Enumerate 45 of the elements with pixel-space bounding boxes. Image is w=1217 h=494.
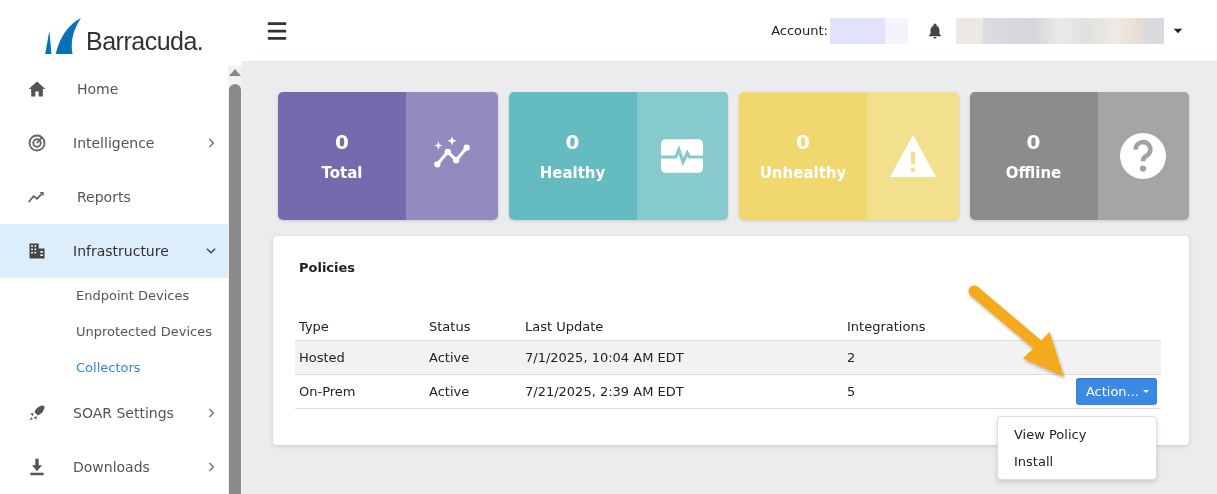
stat-label: Healthy [539, 164, 606, 182]
table-cell: 5 [843, 374, 1000, 409]
scrollbar-thumb[interactable] [229, 84, 241, 494]
menu-item[interactable]: Install [998, 448, 1156, 475]
column-header: Integrations [843, 313, 1000, 341]
sidebar-item[interactable]: Home [0, 62, 228, 116]
account-label: Account: [771, 23, 828, 38]
sidebar-item[interactable]: Intelligence [0, 116, 228, 170]
sidebar-subitem[interactable]: Unprotected Devices [0, 314, 228, 350]
sidebar-subitem[interactable]: Collectors [0, 350, 228, 386]
table-cell: Active [425, 340, 521, 375]
sidebar-item[interactable]: Infrastructure [0, 224, 228, 278]
building-icon [27, 241, 47, 261]
download-icon [27, 457, 47, 477]
menu-item[interactable]: View Policy [998, 421, 1156, 448]
sidebar-subitem[interactable]: Endpoint Devices [0, 278, 228, 314]
column-header: Status [425, 313, 521, 341]
logo-text: Barracuda. [86, 27, 204, 56]
table-cell: 2 [843, 340, 1000, 375]
stat-label: Unhealthy [759, 164, 847, 182]
stat-value: 0 [796, 130, 810, 154]
table-cell: Hosted [295, 340, 425, 375]
column-header: Last Update [521, 313, 843, 341]
table-cell: Active [425, 374, 521, 409]
sidebar-item[interactable]: Downloads [0, 440, 228, 494]
stat-value: 0 [1026, 130, 1041, 154]
panel-title: Policies [299, 260, 357, 275]
action-button[interactable]: Action... [1075, 378, 1157, 405]
rocket-icon [27, 403, 47, 423]
column-header: Type [295, 313, 425, 341]
stat-label: Offline [1005, 164, 1062, 182]
stat-value: 0 [565, 130, 580, 154]
sidebar-item[interactable]: Reports [0, 170, 228, 224]
radar-icon [27, 133, 47, 153]
help-icon [1120, 133, 1167, 179]
scrollbar[interactable] [228, 66, 242, 494]
stat-value: 0 [335, 130, 349, 154]
stat-label: Total [321, 164, 363, 182]
home-icon [27, 79, 47, 99]
warning-icon [889, 133, 936, 179]
sidebar-item[interactable]: SOAR Settings [0, 386, 228, 440]
caret-icon [1143, 390, 1149, 393]
table-cell: 7/21/2025, 2:39 AM EDT [521, 374, 843, 409]
table-cell: On-Prem [295, 374, 425, 409]
table-cell: 7/1/2025, 10:04 AM EDT [521, 340, 843, 375]
